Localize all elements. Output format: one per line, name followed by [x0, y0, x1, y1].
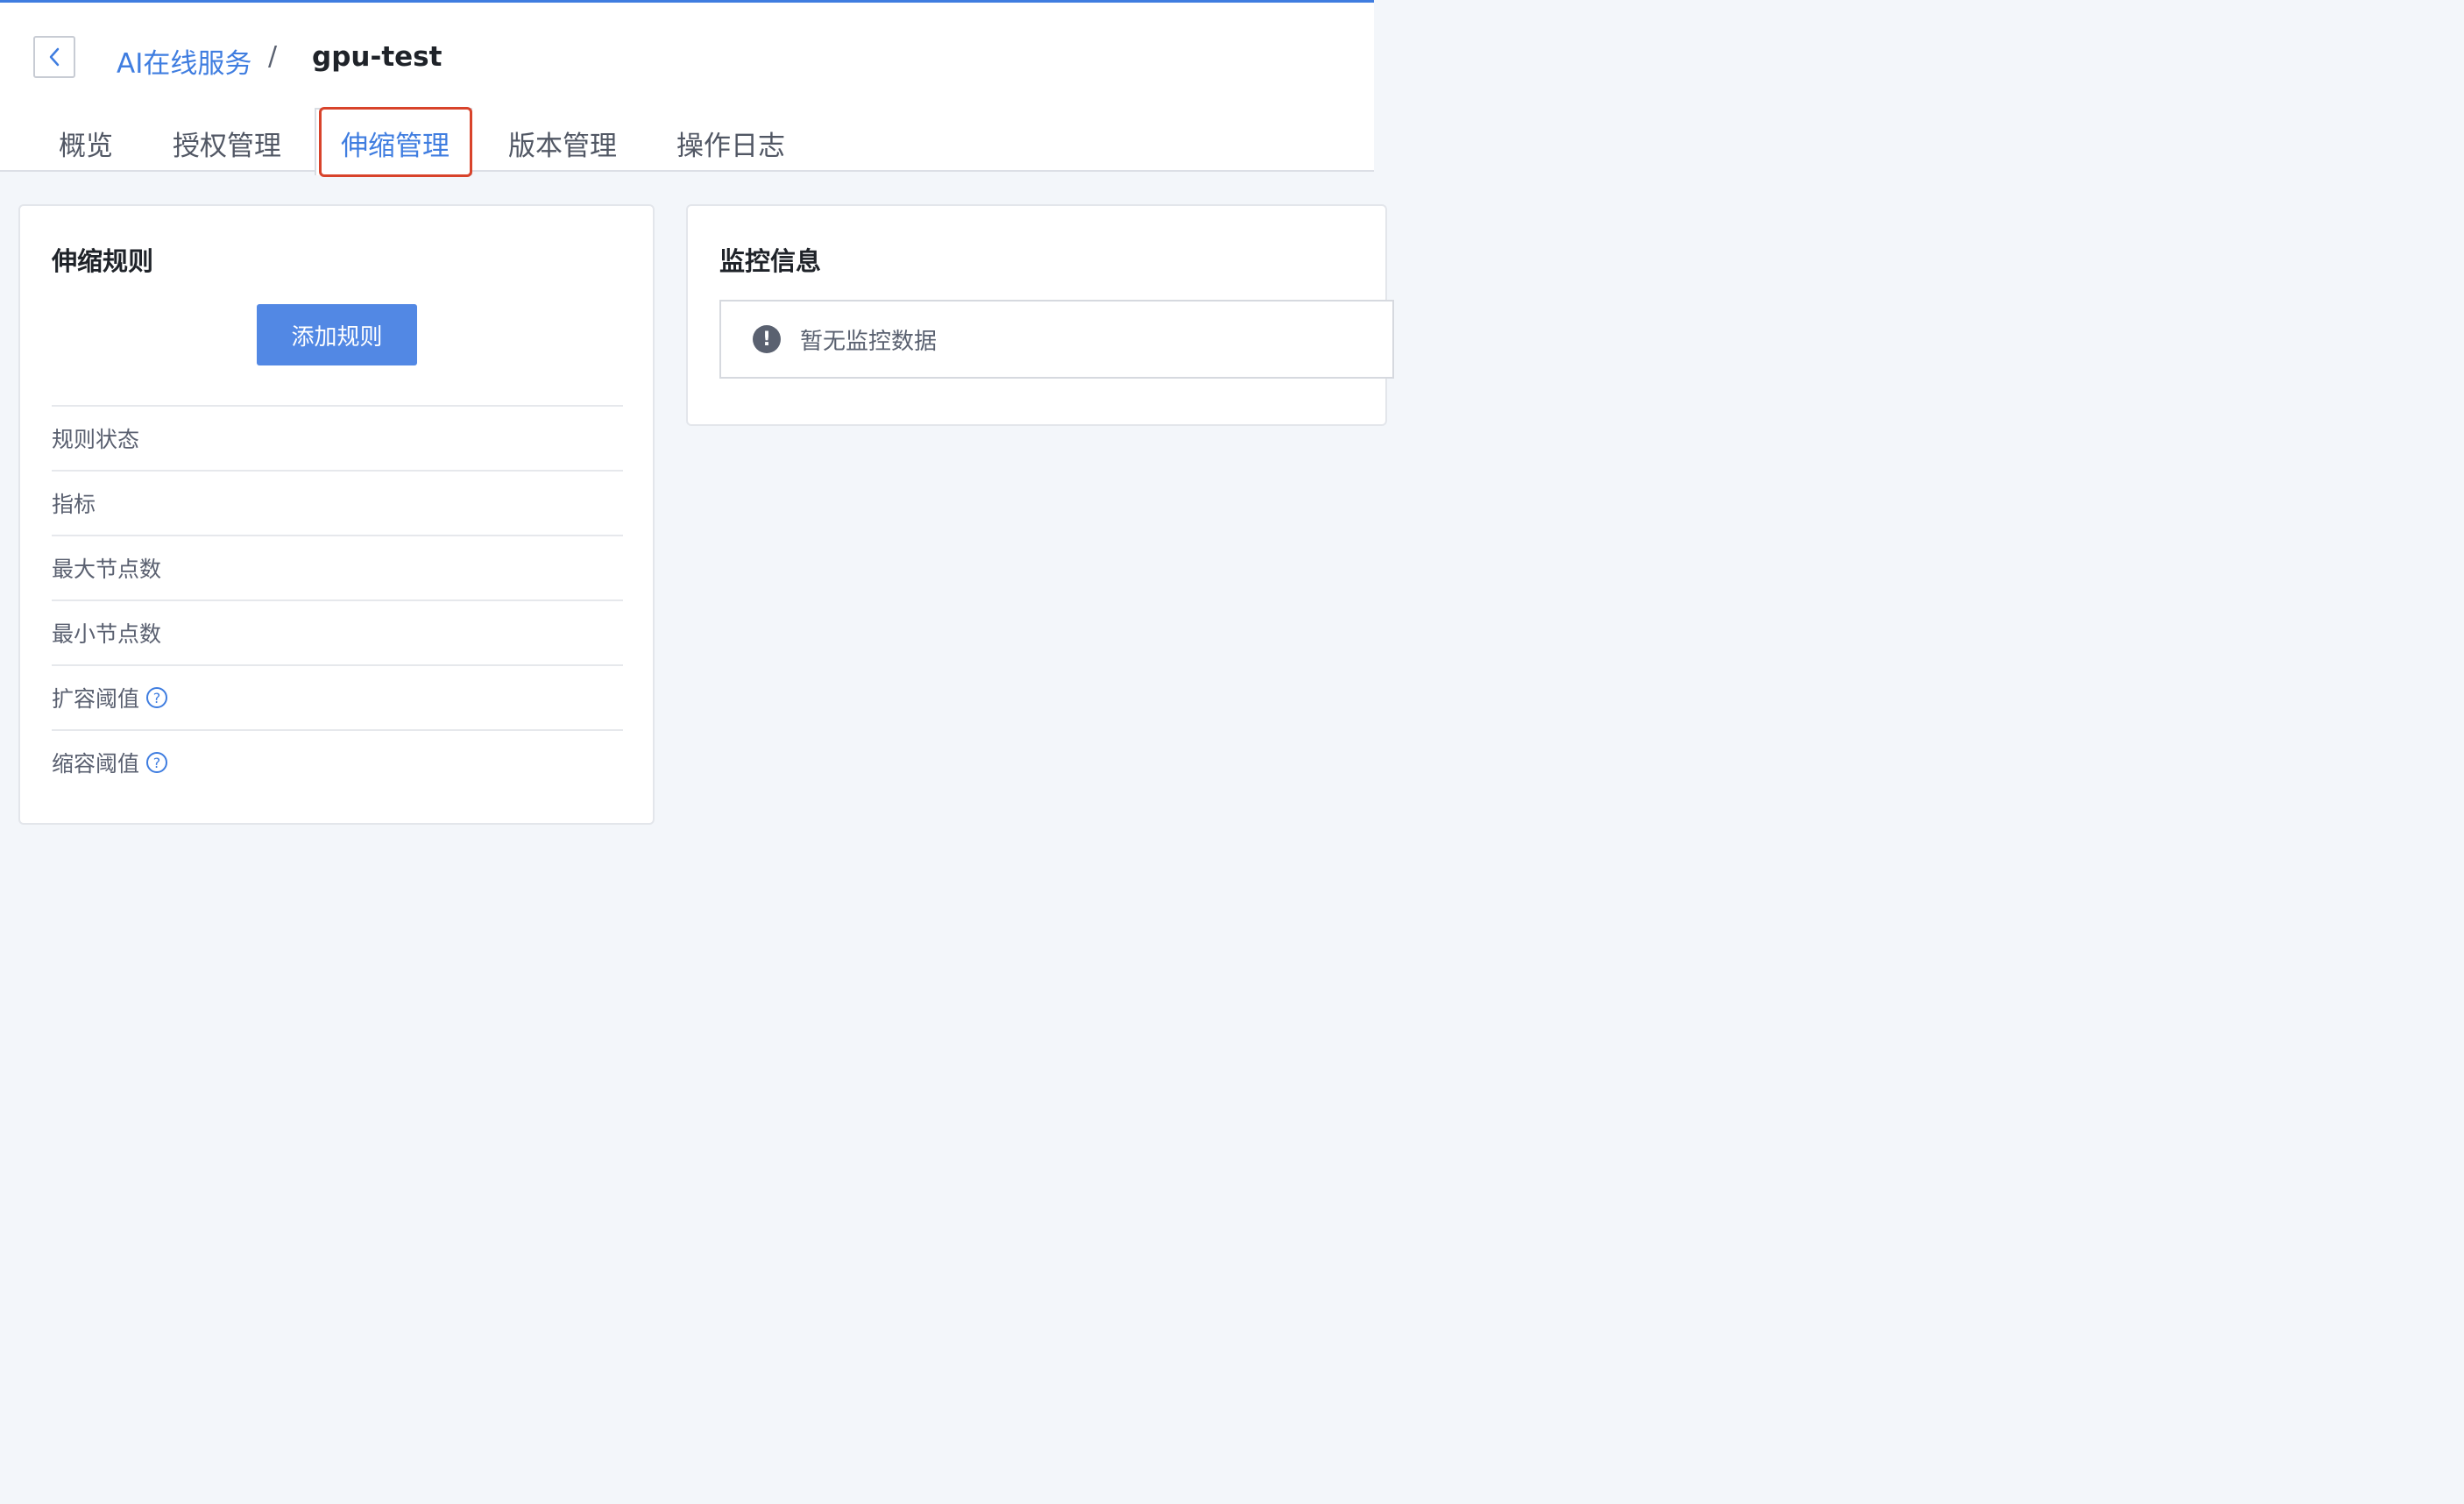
- exclamation-icon: !: [753, 325, 781, 353]
- back-button[interactable]: [33, 36, 75, 78]
- tab-operation-logs[interactable]: 操作日志: [676, 124, 785, 163]
- metric-label: 指标: [52, 492, 96, 517]
- scale-out-threshold-label: 扩容阈值: [52, 686, 140, 712]
- scaling-rules-card: 伸缩规则 添加规则 规则状态 指标 最大节点数 最小节点数 扩容阈值 ? 缩容阈…: [18, 204, 655, 825]
- empty-state-text: 暂无监控数据: [800, 328, 938, 355]
- page-title: gpu-test: [312, 41, 443, 73]
- rule-row-metric: 指标: [52, 470, 623, 535]
- rule-row-scale-out-threshold: 扩容阈值 ?: [52, 664, 623, 729]
- add-rule-button[interactable]: 添加规则: [257, 304, 417, 365]
- chevron-left-icon: [49, 47, 60, 67]
- empty-state-box: ! 暂无监控数据: [719, 300, 1394, 379]
- rule-row-min-nodes: 最小节点数: [52, 599, 623, 664]
- breadcrumb-separator: /: [268, 41, 278, 72]
- rule-row-status: 规则状态: [52, 405, 623, 470]
- rule-row-max-nodes: 最大节点数: [52, 535, 623, 599]
- tab-overview[interactable]: 概览: [59, 124, 113, 163]
- monitoring-card: 监控信息 ! 暂无监控数据: [686, 204, 1394, 426]
- tab-highlight-box: [319, 107, 472, 177]
- rule-status-label: 规则状态: [52, 427, 140, 452]
- tab-authorization[interactable]: 授权管理: [173, 124, 281, 163]
- max-nodes-label: 最大节点数: [52, 557, 162, 582]
- min-nodes-label: 最小节点数: [52, 621, 162, 647]
- question-icon[interactable]: ?: [146, 687, 168, 708]
- breadcrumb-parent-link[interactable]: AI在线服务: [117, 41, 251, 81]
- tab-versions[interactable]: 版本管理: [508, 124, 617, 163]
- add-rule-button-label: 添加规则: [291, 323, 383, 351]
- scaling-rules-title: 伸缩规则: [52, 246, 154, 276]
- scale-in-threshold-label: 缩容阈值: [52, 751, 140, 777]
- rule-row-scale-in-threshold: 缩容阈值 ?: [52, 729, 623, 794]
- monitoring-title: 监控信息: [719, 246, 822, 276]
- rule-detail-list: 规则状态 指标 最大节点数 最小节点数 扩容阈值 ? 缩容阈值 ?: [52, 405, 623, 794]
- question-icon[interactable]: ?: [146, 752, 168, 773]
- page-header: AI在线服务 / gpu-test 概览 授权管理 伸缩管理 版本管理 操作日志: [0, 3, 1374, 177]
